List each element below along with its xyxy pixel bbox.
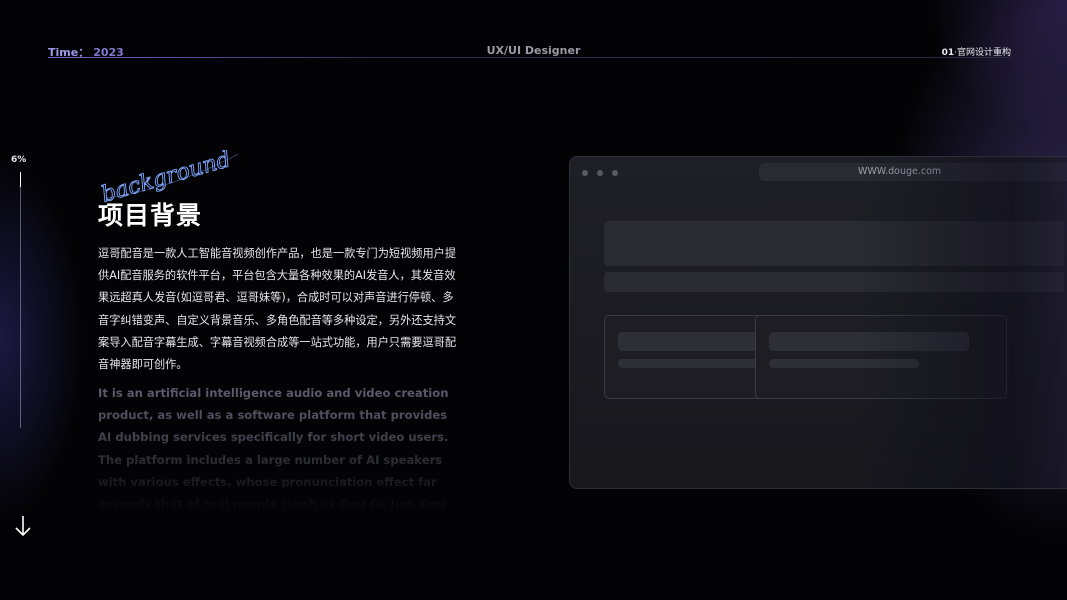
header-divider [48,57,1011,58]
header-role: UX/UI Designer [486,44,581,57]
section-title: 项目背景 [98,201,203,230]
browser-mockup: WWW.douge.com [569,156,1067,489]
progress-fill [20,172,21,187]
placeholder-line [604,272,1064,292]
address-bar: WWW.douge.com [759,163,1067,181]
description-chinese: 逗哥配音是一款人工智能音视频创作产品，也是一款专门为短视频用户提供AI配音服务的… [98,247,457,372]
arrow-down-icon[interactable] [13,514,33,538]
window-dot-icon [597,170,603,176]
placeholder-card-title [769,332,969,351]
window-dot-icon [612,170,618,176]
progress-label: 6% [11,155,27,165]
placeholder-banner [604,221,1064,266]
portfolio-slide: Time： 2023 UX/UI Designer 01·官网设计重构 6% ba… [0,0,1067,600]
description-english-container: It is an artificial intelligence audio a… [98,382,462,517]
description-english: It is an artificial intelligence audio a… [98,386,449,512]
progress-track[interactable] [20,172,21,428]
window-dot-icon [582,170,588,176]
placeholder-card-subtitle [618,359,768,368]
placeholder-card [755,315,1007,399]
placeholder-card-subtitle [769,359,919,368]
